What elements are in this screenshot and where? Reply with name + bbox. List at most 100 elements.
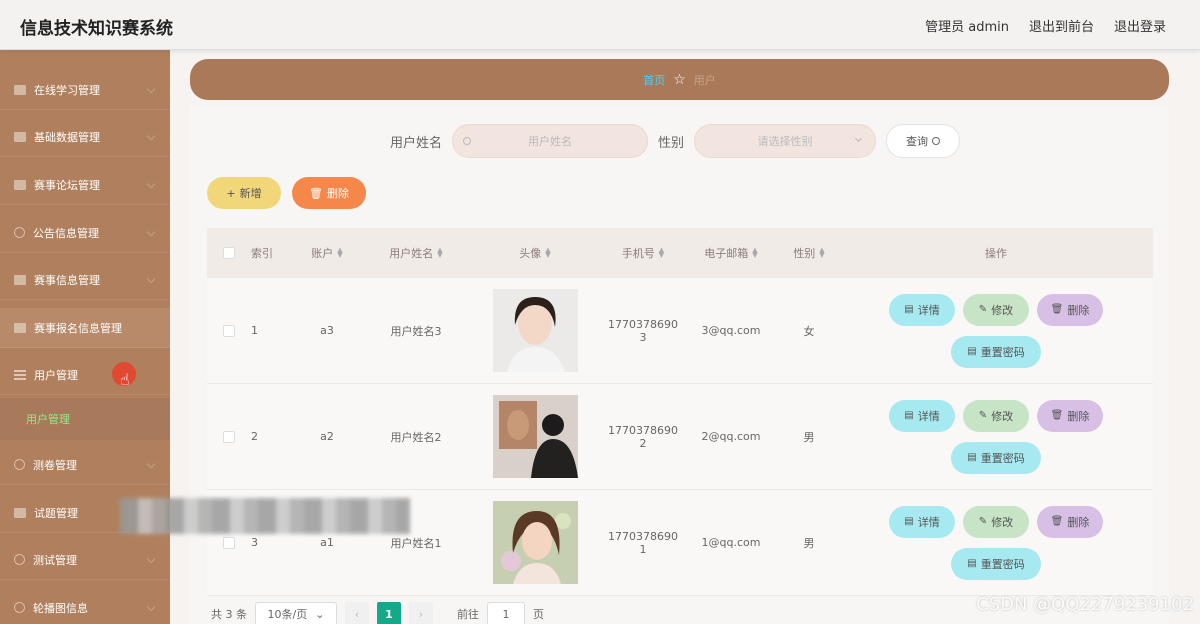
- prev-page-button[interactable]: ‹: [345, 602, 369, 624]
- avatar-image: [492, 501, 578, 584]
- row-checkbox[interactable]: [223, 430, 235, 443]
- folder-icon: [14, 507, 26, 518]
- cell-phone-line1: 1770378690: [608, 423, 678, 437]
- document-icon: ▤: [904, 410, 914, 421]
- cell-phone-line2: 3: [639, 330, 647, 344]
- sidebar-subitem-label: 用户管理: [26, 413, 70, 426]
- sidebar-item-online-learning[interactable]: 在线学习管理: [0, 70, 170, 110]
- breadcrumb-home[interactable]: 首页: [643, 72, 665, 88]
- edit-button[interactable]: ✎ 修改: [963, 399, 1029, 432]
- delete-button[interactable]: 🗑 删除: [1037, 505, 1103, 538]
- gender-filter-label: 性别: [658, 135, 685, 151]
- sidebar-item-carousel[interactable]: 轮播图信息: [0, 588, 170, 624]
- main-content: 用户姓名 用户姓名 性别 请选择性别 查询 + 新增 🗑 删除 索引 账户 ▲ ▼ …: [190, 106, 1169, 624]
- sort-icon: ▲ ▼: [752, 246, 758, 259]
- edit-button[interactable]: ✎ 修改: [963, 505, 1029, 538]
- chevron-down-icon: [146, 84, 156, 94]
- header-account[interactable]: 账户 ▲ ▼: [289, 245, 365, 261]
- add-button[interactable]: + 新增: [207, 177, 281, 209]
- sort-icon: ▲ ▼: [545, 246, 551, 259]
- search-icon: [932, 137, 941, 145]
- admin-user-link[interactable]: 管理员 admin: [925, 16, 1009, 35]
- chevron-down-icon: ⌄: [315, 607, 325, 621]
- sidebar-item-label: 公告信息管理: [33, 226, 99, 240]
- name-search-placeholder: 用户姓名: [528, 135, 573, 148]
- row-checkbox[interactable]: [223, 324, 235, 337]
- trash-icon: 🗑: [1050, 304, 1064, 315]
- chevron-down-icon: [146, 131, 156, 141]
- document-icon: ▤: [904, 304, 914, 315]
- star-icon: ☆: [673, 71, 686, 88]
- header-gender[interactable]: 性别 ▲ ▼: [779, 245, 839, 261]
- watermark: CSDN @QQ2279239102: [976, 594, 1194, 615]
- row-checkbox[interactable]: [223, 536, 235, 549]
- select-all-checkbox[interactable]: [223, 247, 235, 259]
- header-actions: 操作: [985, 247, 1007, 260]
- cell-index: 3: [251, 536, 258, 549]
- circle-icon: [14, 227, 25, 238]
- sidebar-item-test-management[interactable]: 测试管理: [0, 540, 170, 580]
- app-title: 信息技术知识赛系统: [20, 19, 173, 39]
- gender-select[interactable]: 请选择性别: [694, 124, 877, 158]
- hand-cursor-icon: ☝: [120, 370, 130, 389]
- reset-password-button[interactable]: ▤ 重置密码: [951, 335, 1041, 368]
- page-size-select[interactable]: 10条/页 ⌄: [255, 602, 337, 624]
- delete-button[interactable]: 🗑 删除: [1037, 293, 1103, 326]
- folder-icon: [14, 274, 26, 285]
- sidebar-item-notice[interactable]: 公告信息管理: [0, 213, 170, 253]
- page-suffix: 页: [533, 608, 544, 621]
- sidebar-subitem-user-management[interactable]: 用户管理: [0, 398, 170, 440]
- sidebar-item-label: 基础数据管理: [34, 130, 100, 144]
- detail-button[interactable]: ▤ 详情: [889, 505, 955, 538]
- logout-link[interactable]: 退出登录: [1114, 16, 1166, 35]
- sidebar-item-forum[interactable]: 赛事论坛管理: [0, 165, 170, 205]
- sidebar-item-basic-data[interactable]: 基础数据管理: [0, 117, 170, 157]
- pagination: 共 3 条 10条/页 ⌄ ‹ 1 › 前往 1 页: [211, 602, 544, 624]
- folder-icon: [14, 131, 26, 142]
- sidebar-item-user-management[interactable]: 用户管理: [0, 355, 170, 395]
- total-count: 共 3 条: [211, 608, 247, 621]
- goto-page-input[interactable]: 1: [487, 602, 525, 624]
- edit-button[interactable]: ✎ 修改: [963, 293, 1029, 326]
- sidebar-item-label: 赛事报名信息管理: [34, 321, 122, 335]
- chevron-down-icon: [854, 134, 863, 143]
- header-avatar[interactable]: 头像 ▲ ▼: [467, 245, 603, 261]
- next-page-button[interactable]: ›: [409, 602, 433, 624]
- header-nav: 管理员 admin 退出到前台 退出登录: [925, 16, 1166, 35]
- current-page-button[interactable]: 1: [377, 602, 401, 624]
- sidebar-item-label: 测卷管理: [33, 458, 77, 472]
- exit-to-frontend-link[interactable]: 退出到前台: [1029, 16, 1094, 35]
- pencil-icon: ✎: [978, 304, 988, 315]
- sidebar-item-label: 赛事信息管理: [34, 273, 100, 287]
- header-name[interactable]: 用户姓名 ▲ ▼: [365, 245, 467, 261]
- document-icon: ▤: [904, 516, 914, 527]
- query-button-label: 查询: [906, 135, 929, 148]
- delete-button[interactable]: 🗑 删除: [1037, 399, 1103, 432]
- chevron-down-icon: [146, 554, 156, 564]
- sidebar-item-event-registration[interactable]: 赛事报名信息管理: [0, 308, 170, 348]
- pencil-icon: ✎: [978, 410, 988, 421]
- sidebar-item-event-info[interactable]: 赛事信息管理: [0, 260, 170, 300]
- table-row: 2 a2 用户姓名2 17703786902 2@qq.com 男 ▤详情: [207, 384, 1153, 490]
- cell-name: 用户姓名3: [390, 324, 442, 338]
- header-phone[interactable]: 手机号 ▲ ▼: [603, 245, 683, 261]
- cell-email: 2@qq.com: [701, 430, 761, 443]
- reset-password-button[interactable]: ▤ 重置密码: [951, 441, 1041, 474]
- sort-icon: ▲ ▼: [337, 246, 343, 259]
- cell-account: a2: [320, 430, 334, 443]
- detail-button[interactable]: ▤ 详情: [889, 293, 955, 326]
- document-icon: ▤: [967, 558, 977, 569]
- reset-password-button[interactable]: ▤ 重置密码: [951, 547, 1041, 580]
- name-search-input[interactable]: 用户姓名: [452, 124, 649, 158]
- cell-gender: 男: [803, 536, 815, 550]
- chevron-down-icon: [146, 274, 156, 284]
- header-email[interactable]: 电子邮箱 ▲ ▼: [683, 245, 779, 261]
- sidebar-item-paper-management[interactable]: 测卷管理: [0, 445, 170, 485]
- cell-email: 1@qq.com: [701, 536, 761, 549]
- batch-delete-button[interactable]: 🗑 删除: [292, 177, 366, 209]
- query-button[interactable]: 查询: [886, 124, 961, 158]
- cell-account: a3: [320, 324, 334, 337]
- detail-button[interactable]: ▤ 详情: [889, 399, 955, 432]
- cell-gender: 男: [803, 430, 815, 444]
- sidebar-item-label: 试题管理: [34, 506, 78, 520]
